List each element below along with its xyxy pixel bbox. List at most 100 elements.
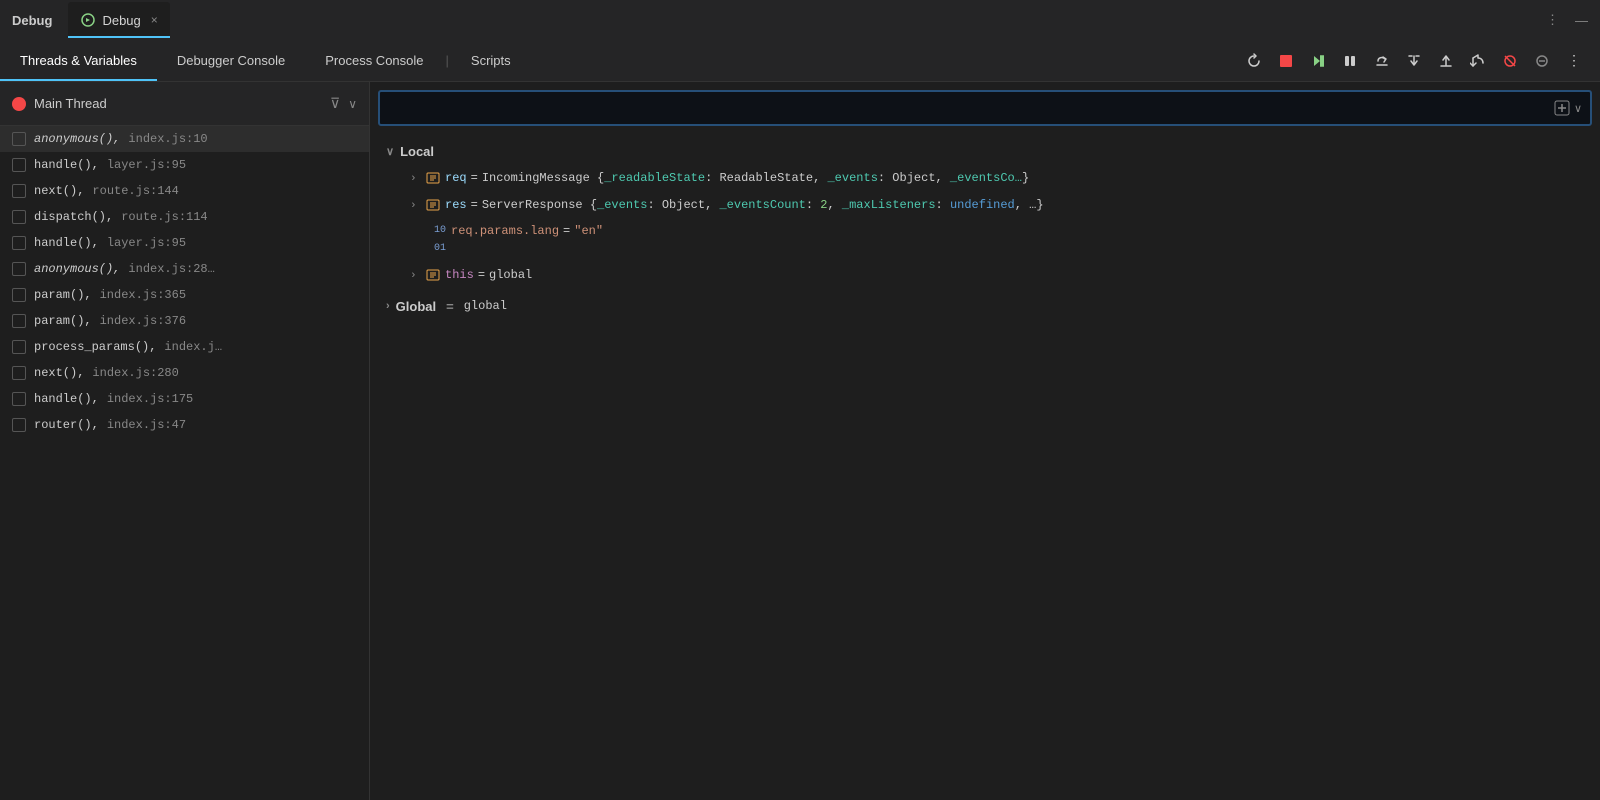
stack-file-3: route.js:114 xyxy=(121,210,207,224)
global-section-label: Global xyxy=(396,299,436,314)
pause-button[interactable] xyxy=(1336,47,1364,75)
var-row-res[interactable]: › res = ServerResponse {_events: Object,… xyxy=(370,192,1600,219)
stack-frame-7[interactable]: param(), index.js:376 xyxy=(0,308,369,334)
step-back-button[interactable] xyxy=(1464,47,1492,75)
thread-filter-button[interactable]: ⊽ xyxy=(330,95,340,112)
stack-frame-icon-11 xyxy=(12,418,26,432)
tab-threads-variables[interactable]: Threads & Variables xyxy=(0,40,157,81)
var-name-this: this xyxy=(445,266,474,284)
stack-frame-0[interactable]: anonymous(), index.js:10 xyxy=(0,126,369,152)
stack-frame-icon-5 xyxy=(12,262,26,276)
stack-frame-5[interactable]: anonymous(), index.js:28… xyxy=(0,256,369,282)
var-icon-this xyxy=(426,268,440,282)
var-icon-res xyxy=(426,198,440,212)
minimize-button[interactable]: — xyxy=(1575,13,1588,28)
step-into-button[interactable] xyxy=(1400,47,1428,75)
stack-frame-list: anonymous(), index.js:10 handle(), layer… xyxy=(0,126,369,800)
debug-tab[interactable]: Debug × xyxy=(68,2,169,38)
stack-frame-icon-8 xyxy=(12,340,26,354)
global-eq: = xyxy=(446,299,454,314)
global-value: global xyxy=(464,299,507,313)
stack-func-10: handle(), xyxy=(34,392,99,406)
var-row-req[interactable]: › req = IncomingMessage {_readableState:… xyxy=(370,165,1600,192)
var-value-req: IncomingMessage {_readableState: Readabl… xyxy=(482,169,1029,187)
stack-func-1: handle(), xyxy=(34,158,99,172)
tab-debugger-console[interactable]: Debugger Console xyxy=(157,40,305,81)
var-row-this[interactable]: › this = global xyxy=(370,262,1600,289)
tab-close-button[interactable]: × xyxy=(151,13,158,27)
continue-button[interactable] xyxy=(1304,47,1332,75)
stack-frame-icon-0 xyxy=(12,132,26,146)
tab-process-console[interactable]: Process Console xyxy=(305,40,443,81)
var-eq-req: = xyxy=(471,169,478,187)
stack-frame-11[interactable]: router(), index.js:47 xyxy=(0,412,369,438)
local-section-header[interactable]: ∨ Local xyxy=(370,138,1600,165)
stack-file-9: index.js:280 xyxy=(92,366,178,380)
stack-frame-3[interactable]: dispatch(), route.js:114 xyxy=(0,204,369,230)
thread-name-label: Main Thread xyxy=(34,96,322,111)
global-chevron: › xyxy=(386,300,390,312)
stack-frame-icon-6 xyxy=(12,288,26,302)
debug-tab-label: Debug xyxy=(102,13,140,28)
thread-selector[interactable]: Main Thread ⊽ ∨ xyxy=(0,82,369,126)
main-content: Main Thread ⊽ ∨ anonymous(), index.js:10… xyxy=(0,82,1600,800)
stack-func-7: param(), xyxy=(34,314,92,328)
global-section: › Global = global xyxy=(370,293,1600,320)
stack-func-5: anonymous(), xyxy=(34,262,120,276)
var-name-lang: req.params.lang xyxy=(451,222,559,240)
app-title: Debug xyxy=(12,13,52,28)
thread-chevron-button[interactable]: ∨ xyxy=(348,97,357,111)
stack-file-8: index.j… xyxy=(164,340,222,354)
restart-button[interactable] xyxy=(1240,47,1268,75)
step-over-button[interactable] xyxy=(1368,47,1396,75)
stop-button[interactable] xyxy=(1272,47,1300,75)
stack-frame-6[interactable]: param(), index.js:365 xyxy=(0,282,369,308)
stack-file-0: index.js:10 xyxy=(128,132,207,146)
debug-tab-icon xyxy=(80,12,96,28)
stack-frame-9[interactable]: next(), index.js:280 xyxy=(0,360,369,386)
stack-frame-icon-4 xyxy=(12,236,26,250)
right-panel: ∨ ∨ Local › xyxy=(370,82,1600,800)
var-row-req-params-lang[interactable]: 1001 req.params.lang = "en" xyxy=(370,218,1600,262)
var-value-res: ServerResponse {_events: Object, _events… xyxy=(482,196,1044,214)
disable-breakpoints-button[interactable] xyxy=(1528,47,1556,75)
title-bar-actions: ⋮ — xyxy=(1546,12,1588,28)
left-panel: Main Thread ⊽ ∨ anonymous(), index.js:10… xyxy=(0,82,370,800)
stack-frame-4[interactable]: handle(), layer.js:95 xyxy=(0,230,369,256)
stack-frame-1[interactable]: handle(), layer.js:95 xyxy=(0,152,369,178)
stack-func-4: handle(), xyxy=(34,236,99,250)
global-section-header[interactable]: › Global = global xyxy=(370,293,1600,320)
stack-func-11: router(), xyxy=(34,418,99,432)
stack-file-5: index.js:28… xyxy=(128,262,214,276)
step-out-button[interactable] xyxy=(1432,47,1460,75)
var-expand-req: › xyxy=(410,171,422,188)
stack-frame-icon-9 xyxy=(12,366,26,380)
stack-file-2: route.js:144 xyxy=(92,184,178,198)
thread-status-dot xyxy=(12,97,26,111)
var-name-req: req xyxy=(445,169,467,187)
var-value-this: global xyxy=(489,266,532,284)
var-eq-lang: = xyxy=(563,222,570,240)
var-expand-res: › xyxy=(410,198,422,215)
stack-func-0: anonymous(), xyxy=(34,132,120,146)
stack-file-4: layer.js:95 xyxy=(107,236,186,250)
stack-frame-8[interactable]: process_params(), index.j… xyxy=(0,334,369,360)
tab-scripts[interactable]: Scripts xyxy=(451,40,531,81)
stack-frame-icon-1 xyxy=(12,158,26,172)
stack-file-1: layer.js:95 xyxy=(107,158,186,172)
local-section: ∨ Local › req = IncomingMessage {_readab… xyxy=(370,138,1600,289)
expression-bar: ∨ xyxy=(378,90,1592,126)
stack-file-10: index.js:175 xyxy=(107,392,193,406)
stack-file-11: index.js:47 xyxy=(107,418,186,432)
expression-input[interactable] xyxy=(388,101,1554,116)
var-value-lang: "en" xyxy=(574,222,603,240)
toolbar-more-button[interactable]: ⋮ xyxy=(1560,47,1588,75)
expression-chevron-icon[interactable]: ∨ xyxy=(1574,102,1582,115)
toolbar: ⋮ xyxy=(1240,47,1600,75)
stack-frame-10[interactable]: handle(), index.js:175 xyxy=(0,386,369,412)
breakpoints-button[interactable] xyxy=(1496,47,1524,75)
more-actions-button[interactable]: ⋮ xyxy=(1546,12,1559,28)
stack-func-9: next(), xyxy=(34,366,84,380)
stack-frame-2[interactable]: next(), route.js:144 xyxy=(0,178,369,204)
tab-bar: Threads & Variables Debugger Console Pro… xyxy=(0,40,1600,82)
